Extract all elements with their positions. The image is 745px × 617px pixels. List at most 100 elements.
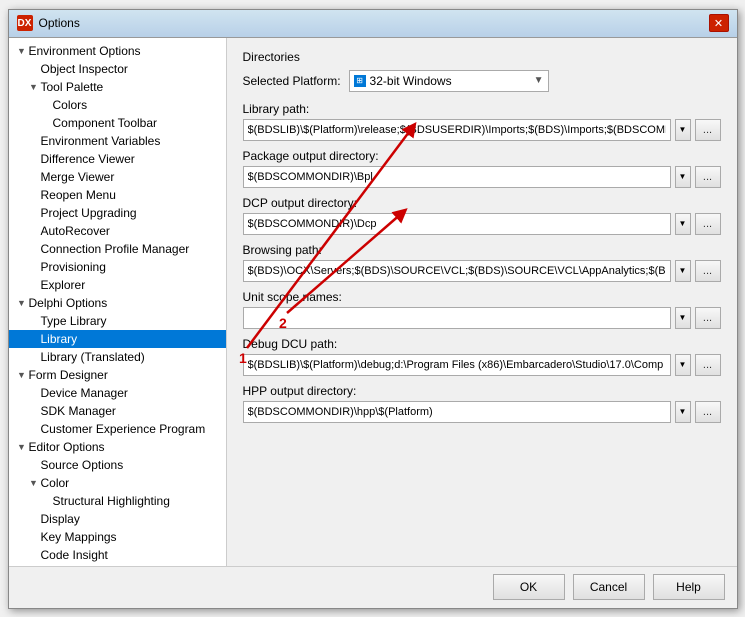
tree-item-provisioning[interactable]: Provisioning	[9, 258, 226, 276]
tree-item-label: Structural Highlighting	[53, 494, 170, 508]
tree-item-library[interactable]: Library	[9, 330, 226, 348]
library-path-input[interactable]	[244, 120, 670, 140]
package-output-browse-btn[interactable]: ...	[695, 166, 721, 188]
browsing-path-browse-btn[interactable]: ...	[695, 260, 721, 282]
library-path-browse-btn[interactable]: ...	[695, 119, 721, 141]
tree-item-component-toolbar[interactable]: Component Toolbar	[9, 114, 226, 132]
hpp-output-browse-btn[interactable]: ...	[695, 401, 721, 423]
close-button[interactable]: ✕	[709, 14, 729, 32]
tree-item-label: Type Library	[41, 314, 107, 328]
debug-dcu-scroll-btn[interactable]: ▼	[675, 354, 691, 376]
tree-item-customer-experience[interactable]: Customer Experience Program	[9, 420, 226, 438]
tree-item-environment-options[interactable]: ▼ Environment Options	[9, 42, 226, 60]
right-panel: Directories Selected Platform: ⊞ 32-bit …	[227, 38, 737, 566]
debug-dcu-section: Debug DCU path: ▼ ...	[243, 337, 721, 376]
windows-icon: ⊞	[354, 75, 366, 87]
expand-icon: ▼	[17, 370, 27, 380]
library-path-field-row: ▼ ...	[243, 119, 721, 141]
library-path-section: Library path: ▼ ...	[243, 102, 721, 141]
platform-dropdown[interactable]: ⊞ 32-bit Windows ▼	[349, 70, 549, 92]
tree-item-display[interactable]: Display	[9, 510, 226, 528]
hpp-output-scroll-btn[interactable]: ▼	[675, 401, 691, 423]
unit-scope-label: Unit scope names:	[243, 290, 721, 304]
hpp-output-input-container[interactable]	[243, 401, 671, 423]
tree-item-editor-options[interactable]: ▼ Editor Options	[9, 438, 226, 456]
tree-item-explorer[interactable]: Explorer	[9, 276, 226, 294]
tree-item-label: Provisioning	[41, 260, 106, 274]
unit-scope-section: Unit scope names: ▼ ...	[243, 290, 721, 329]
tree-item-project-upgrading[interactable]: Project Upgrading	[9, 204, 226, 222]
package-output-input[interactable]	[244, 167, 670, 187]
tree-item-form-designer[interactable]: ▼ Form Designer	[9, 366, 226, 384]
ok-button[interactable]: OK	[493, 574, 565, 600]
tree-item-label: Device Manager	[41, 386, 128, 400]
package-output-field-row: ▼ ...	[243, 166, 721, 188]
library-path-scroll-btn[interactable]: ▼	[675, 119, 691, 141]
unit-scope-input-container[interactable]	[243, 307, 671, 329]
hpp-output-field-row: ▼ ...	[243, 401, 721, 423]
app-icon: DX	[17, 15, 33, 31]
dcp-output-section: DCP output directory: ▼ ...	[243, 196, 721, 235]
tree-item-connection-profile-manager[interactable]: Connection Profile Manager	[9, 240, 226, 258]
tree-item-label: Code Insight	[41, 548, 108, 562]
unit-scope-browse-btn[interactable]: ...	[695, 307, 721, 329]
tree-item-source-options[interactable]: Source Options	[9, 456, 226, 474]
tree-item-type-library[interactable]: Type Library	[9, 312, 226, 330]
tree-item-colors[interactable]: Colors	[9, 96, 226, 114]
expand-icon: ▼	[17, 442, 27, 452]
browsing-path-section: Browsing path: ▼ ...	[243, 243, 721, 282]
dialog-title: Options	[39, 16, 80, 30]
tree-item-label: Editor Options	[29, 440, 105, 454]
tree-item-difference-viewer[interactable]: Difference Viewer	[9, 150, 226, 168]
tree-item-device-manager[interactable]: Device Manager	[9, 384, 226, 402]
tree-item-code-insight[interactable]: Code Insight	[9, 546, 226, 564]
package-output-scroll-btn[interactable]: ▼	[675, 166, 691, 188]
section-label: Directories	[243, 50, 721, 64]
debug-dcu-input-container[interactable]	[243, 354, 671, 376]
debug-dcu-field-row: ▼ ...	[243, 354, 721, 376]
tree-item-label: Source Options	[41, 458, 124, 472]
tree-item-label: Colors	[53, 98, 88, 112]
tree-item-label: Connection Profile Manager	[41, 242, 190, 256]
cancel-button[interactable]: Cancel	[573, 574, 645, 600]
tree-item-sdk-manager[interactable]: SDK Manager	[9, 402, 226, 420]
tree-item-delphi-options[interactable]: ▼ Delphi Options	[9, 294, 226, 312]
tree-item-key-mappings[interactable]: Key Mappings	[9, 528, 226, 546]
tree-item-structural-highlighting[interactable]: Structural Highlighting	[9, 492, 226, 510]
tree-item-label: Environment Variables	[41, 134, 161, 148]
debug-dcu-browse-btn[interactable]: ...	[695, 354, 721, 376]
package-output-section: Package output directory: ▼ ...	[243, 149, 721, 188]
platform-icon: ⊞ 32-bit Windows	[354, 74, 452, 88]
dcp-output-browse-btn[interactable]: ...	[695, 213, 721, 235]
tree-item-merge-viewer[interactable]: Merge Viewer	[9, 168, 226, 186]
tree-item-autorecover[interactable]: AutoRecover	[9, 222, 226, 240]
browsing-path-input[interactable]	[244, 261, 670, 281]
tree-item-label: Component Toolbar	[53, 116, 158, 130]
tree-item-label: Explorer	[41, 278, 86, 292]
unit-scope-scroll-btn[interactable]: ▼	[675, 307, 691, 329]
expand-icon: ▼	[29, 82, 39, 92]
platform-row: Selected Platform: ⊞ 32-bit Windows ▼	[243, 70, 721, 92]
unit-scope-input[interactable]	[244, 308, 670, 328]
tree-item-label: Object Inspector	[41, 62, 128, 76]
hpp-output-input[interactable]	[244, 402, 670, 422]
dcp-output-input[interactable]	[244, 214, 670, 234]
debug-dcu-input[interactable]	[244, 355, 670, 375]
library-path-input-container[interactable]	[243, 119, 671, 141]
browsing-path-scroll-btn[interactable]: ▼	[675, 260, 691, 282]
dcp-output-input-container[interactable]	[243, 213, 671, 235]
tree-item-tool-palette[interactable]: ▼ Tool Palette	[9, 78, 226, 96]
tree-item-library-translated[interactable]: Library (Translated)	[9, 348, 226, 366]
dcp-output-scroll-btn[interactable]: ▼	[675, 213, 691, 235]
unit-scope-field-row: ▼ ...	[243, 307, 721, 329]
browsing-path-label: Browsing path:	[243, 243, 721, 257]
tree-item-environment-variables[interactable]: Environment Variables	[9, 132, 226, 150]
tree-item-reopen-menu[interactable]: Reopen Menu	[9, 186, 226, 204]
tree-item-color[interactable]: ▼ Color	[9, 474, 226, 492]
package-output-input-container[interactable]	[243, 166, 671, 188]
tree-item-object-inspector[interactable]: Object Inspector	[9, 60, 226, 78]
help-button[interactable]: Help	[653, 574, 725, 600]
browsing-path-input-container[interactable]	[243, 260, 671, 282]
tree-item-label: Merge Viewer	[41, 170, 115, 184]
hpp-output-section: HPP output directory: ▼ ...	[243, 384, 721, 423]
